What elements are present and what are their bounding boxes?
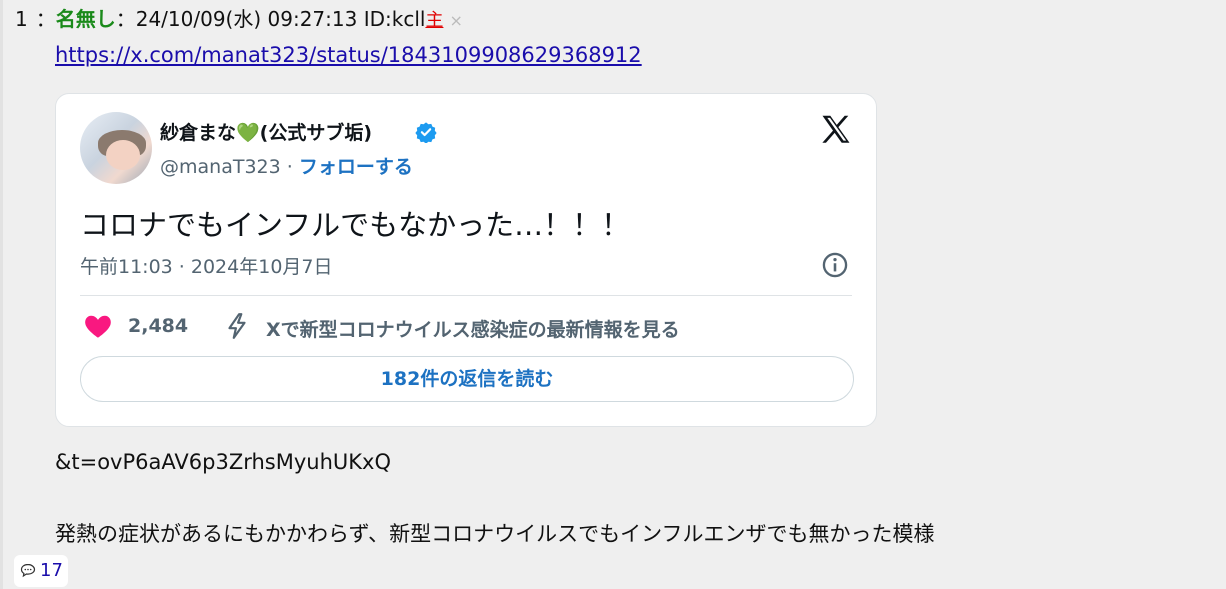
speech-bubble-icon: [20, 563, 36, 578]
tweet-url-link[interactable]: https://x.com/manat323/status/1843109908…: [55, 43, 642, 67]
display-name[interactable]: 紗倉まな💚(公式サブ垢): [160, 118, 372, 145]
owner-mark[interactable]: 主: [425, 10, 443, 31]
avatar-face: [106, 140, 140, 170]
info-icon[interactable]: [821, 251, 849, 279]
post-query-text: &t=ovP6aAV6p3ZrhsMyuhUKxQ: [55, 450, 391, 474]
post-comment-text: 発熱の症状があるにもかかわらず、新型コロナウイルスでもインフルエンザでも無かった…: [55, 522, 935, 546]
handle-dot: ·: [280, 156, 299, 178]
x-logo-icon[interactable]: [818, 112, 854, 148]
read-replies-button[interactable]: 182件の返信を読む: [80, 356, 854, 402]
post-header: 1 ：名無し：24/10/09(水) 09:27:13 ID:kcll主 ×: [15, 6, 463, 34]
avatar[interactable]: [80, 112, 152, 184]
tweet-text: コロナでもインフルでもなかった…！！！: [80, 208, 631, 242]
lightning-icon: [228, 313, 246, 339]
verified-badge-icon: [415, 122, 437, 143]
reply-count-badge[interactable]: 17: [14, 555, 68, 587]
tweet-timestamp[interactable]: 午前11:03 · 2024年10月7日: [80, 252, 333, 279]
left-border: [0, 0, 3, 589]
divider: [80, 295, 852, 296]
post-meta: ：24/10/09(水) 09:27:13 ID:kcll: [115, 7, 426, 31]
reply-count: 17: [40, 560, 63, 581]
post-separator: ：: [35, 7, 56, 31]
handle[interactable]: @manaT323: [160, 156, 281, 178]
like-count[interactable]: 2,484: [128, 315, 188, 337]
post-number: 1: [15, 7, 28, 31]
follow-link[interactable]: フォローする: [299, 156, 413, 178]
heart-icon[interactable]: [84, 313, 112, 339]
poster-name[interactable]: 名無し: [56, 7, 116, 31]
tweet-embed-card[interactable]: 紗倉まな💚(公式サブ垢) @manaT323 · フォローする コロナでもインフ…: [55, 93, 877, 427]
handle-line: @manaT323 · フォローする: [160, 152, 413, 179]
close-icon[interactable]: ×: [449, 11, 462, 30]
covid-info-link[interactable]: Xで新型コロナウイルス感染症の最新情報を見る: [266, 315, 680, 342]
